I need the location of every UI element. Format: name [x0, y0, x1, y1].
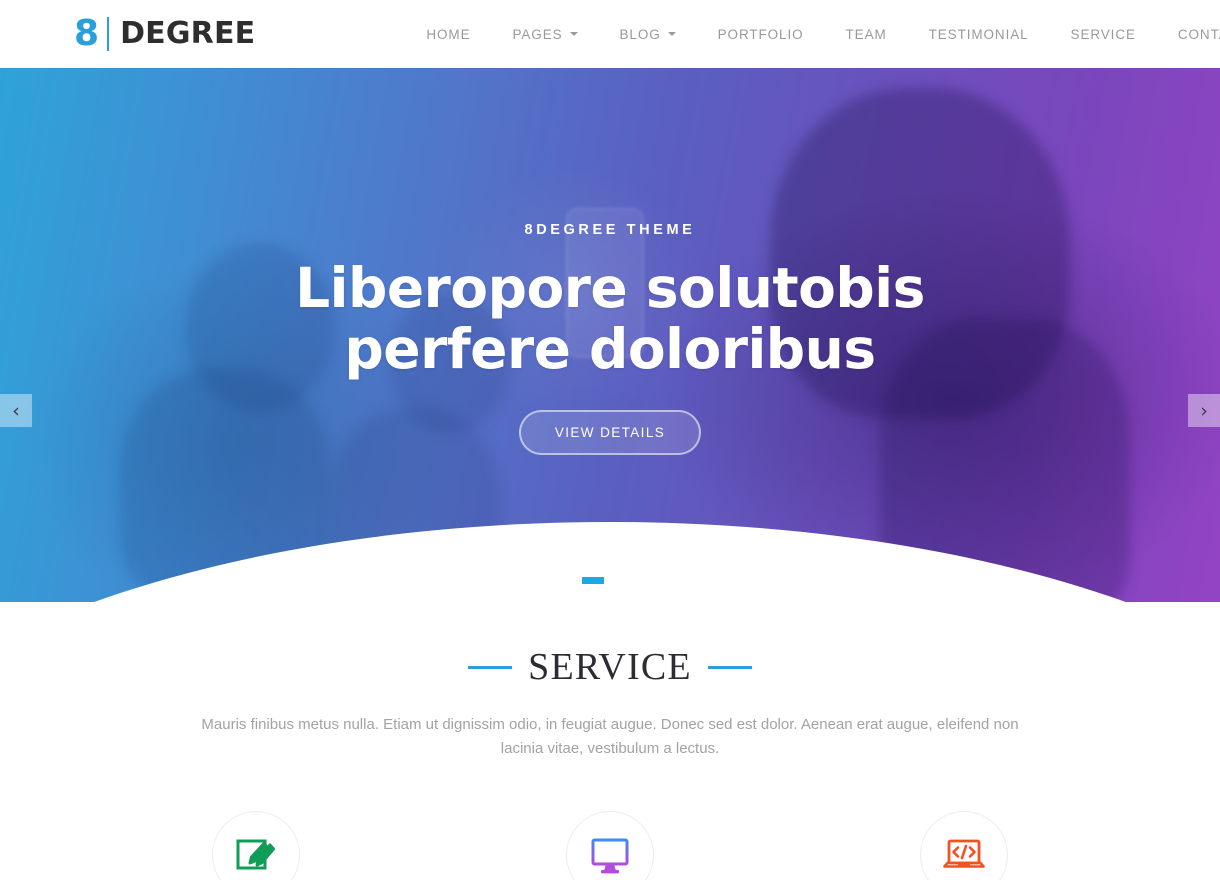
nav-item-team[interactable]: TEAM — [825, 0, 908, 68]
hero-slider: 8DEGREE THEME Liberopore solutobis perfe… — [0, 68, 1220, 602]
nav-item-pages[interactable]: PAGES — [491, 0, 598, 68]
nav-label: SERVICE — [1070, 26, 1136, 42]
heading-rule-left — [468, 665, 513, 669]
main-navigation: HOME PAGES BLOG PORTFOLIO TEAM TESTIMONI… — [405, 0, 1220, 68]
nav-label: BLOG — [619, 26, 661, 42]
pencil-square-icon — [236, 839, 275, 870]
slider-prev-button[interactable]: ‹ — [0, 394, 32, 427]
slider-dot-1[interactable] — [582, 577, 604, 584]
nav-item-blog[interactable]: BLOG — [599, 0, 697, 68]
nav-label: HOME — [426, 26, 471, 42]
nav-label: TESTIMONIAL — [928, 26, 1029, 42]
logo-divider — [107, 17, 110, 51]
nav-label: PAGES — [512, 26, 563, 42]
service-icon-button-coding[interactable] — [920, 811, 1008, 880]
site-header: 8 DEGREE HOME PAGES BLOG PORTFOLIO TEAM — [0, 0, 1220, 68]
landing-page: 8 DEGREE HOME PAGES BLOG PORTFOLIO TEAM — [0, 0, 1220, 880]
chevron-down-icon — [569, 32, 578, 36]
nav-item-testimonial[interactable]: TESTIMONIAL — [908, 0, 1050, 68]
nav-label: CONTACT US — [1177, 26, 1220, 42]
chevron-left-icon: ‹ — [12, 399, 20, 422]
chevron-down-icon — [667, 32, 676, 36]
chevron-right-icon: › — [1200, 399, 1208, 422]
logo-name: DEGREE — [120, 16, 256, 51]
section-description: Mauris finibus metus nulla. Etiam ut dig… — [201, 716, 1019, 757]
nav-item-home[interactable]: HOME — [405, 0, 491, 68]
slider-dot-2[interactable] — [616, 577, 638, 584]
heading-rule-right — [707, 665, 752, 669]
site-logo[interactable]: 8 DEGREE — [74, 12, 255, 56]
slider-pagination — [0, 577, 1220, 584]
desktop-monitor-icon — [591, 838, 629, 874]
nav-item-contact-us[interactable]: CONTACT US — [1157, 0, 1220, 68]
service-grid — [0, 811, 1220, 880]
laptop-code-icon — [943, 839, 985, 868]
nav-item-portfolio[interactable]: PORTFOLIO — [697, 0, 825, 68]
nav-item-service[interactable]: SERVICE — [1050, 0, 1157, 68]
hero-subtitle: 8DEGREE THEME — [524, 222, 696, 238]
view-details-button[interactable]: VIEW DETAILS — [518, 410, 702, 455]
slider-next-button[interactable]: › — [1188, 394, 1220, 427]
service-item-coding — [787, 811, 1141, 880]
section-heading: SERVICE — [0, 645, 1220, 689]
service-item-design — [79, 811, 433, 880]
service-item-development — [433, 811, 787, 880]
service-section: SERVICE Mauris finibus metus nulla. Etia… — [0, 602, 1220, 880]
service-icon-button-development[interactable] — [566, 811, 654, 880]
service-icon-button-design[interactable] — [212, 811, 300, 880]
nav-label: PORTFOLIO — [717, 26, 804, 42]
hero-title: Liberopore solutobis perfere doloribus — [295, 256, 925, 381]
hero-content: 8DEGREE THEME Liberopore solutobis perfe… — [0, 68, 1220, 455]
section-title: SERVICE — [528, 646, 692, 688]
nav-label: TEAM — [845, 26, 887, 42]
logo-mark: 8 — [74, 13, 99, 54]
